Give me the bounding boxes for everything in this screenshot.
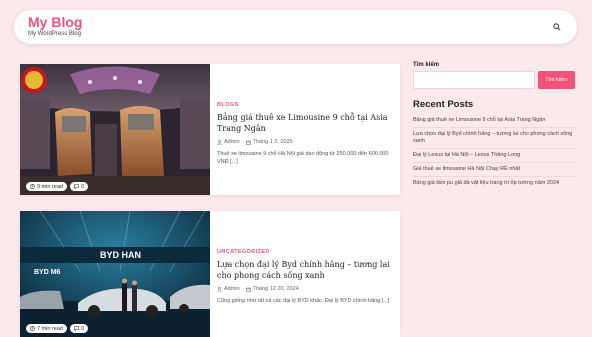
comment-icon <box>74 326 79 331</box>
post-excerpt: Cũng giống như tất cả các đại lý BYD khá… <box>217 298 390 304</box>
post-author[interactable]: Admin <box>217 139 240 145</box>
search-icon <box>553 23 561 31</box>
calendar-icon <box>245 287 251 292</box>
post-date[interactable]: Tháng 12 20, 2024 <box>245 286 299 292</box>
post-body: BLOGS Bảng giá thuê xe Limousine 9 chỗ t… <box>217 102 394 166</box>
recent-post-link[interactable]: Đại lý Lexus tại Hà Nội – Lexus Thăng Lo… <box>413 149 576 163</box>
comment-icon <box>74 184 79 189</box>
post-excerpt: Thuê xe limousine 9 chỗ Hà Nội giá dao đ… <box>217 151 389 165</box>
post-author-name: Admin <box>224 139 240 145</box>
site-tagline: My WordPress Blog <box>28 31 81 37</box>
comment-count-badge[interactable]: 0 <box>70 324 89 333</box>
post-title[interactable]: Bảng giá thuê xe Limousine 9 chỗ tại Asi… <box>217 112 394 134</box>
byd-m6-label: BYD M6 <box>34 269 61 276</box>
site-header: My Blog My WordPress Blog <box>14 10 577 44</box>
user-icon <box>217 139 222 145</box>
byd-han-label: BYD HAN <box>100 250 141 260</box>
post-card: BYD HAN BYD M6 7 min read 0 UNCATEGORIZE… <box>20 211 400 337</box>
sidebar: Tìm kiếm Tìm kiếm Recent Posts Bảng giá … <box>413 62 576 190</box>
user-icon <box>217 286 222 292</box>
clock-icon <box>30 326 35 331</box>
search-button[interactable]: Tìm kiếm <box>538 71 575 89</box>
read-time-badge: 9 min read <box>26 182 67 191</box>
post-category[interactable]: UNCATEGORIZED <box>217 249 394 255</box>
post-thumbnail-limousine[interactable]: 9 min read 0 <box>20 64 210 195</box>
post-date-text: Tháng 12 20, 2024 <box>252 286 299 292</box>
post-category[interactable]: BLOGS <box>217 102 394 108</box>
byd-showroom-image: BYD HAN BYD M6 <box>20 211 210 337</box>
recent-post-link[interactable]: Lựa chọn đại lý Byd chính hãng – tương l… <box>413 128 576 149</box>
read-time-badge: 7 min read <box>26 324 67 333</box>
recent-posts-list: Bảng giá thuê xe Limousine 9 chỗ tại Asi… <box>413 114 576 190</box>
search-label: Tìm kiếm <box>413 62 440 68</box>
recent-post-link[interactable]: Giá thuê xe limousine Hà Nội Chạy RẺ nhấ… <box>413 163 576 177</box>
site-title[interactable]: My Blog <box>28 14 82 30</box>
post-author-name: Admin <box>224 286 240 292</box>
post-title[interactable]: Lựa chọn đại lý Byd chính hãng – tương l… <box>217 259 394 281</box>
post-date-text: Tháng 1 2, 2025 <box>252 139 293 145</box>
search-form: Tìm kiếm <box>413 71 576 89</box>
post-meta: Admin Tháng 1 2, 2025 <box>217 139 394 145</box>
comment-count: 0 <box>81 183 85 190</box>
read-time-text: 9 min read <box>37 183 63 190</box>
post-author[interactable]: Admin <box>217 286 240 292</box>
post-thumbnail-byd[interactable]: BYD HAN BYD M6 7 min read 0 <box>20 211 210 337</box>
post-meta: Admin Tháng 12 20, 2024 <box>217 286 394 292</box>
search-toggle-button[interactable] <box>551 21 563 33</box>
post-date[interactable]: Tháng 1 2, 2025 <box>245 139 293 145</box>
clock-icon <box>30 184 35 189</box>
comment-count-badge[interactable]: 0 <box>70 182 89 191</box>
comment-count: 0 <box>81 325 85 332</box>
post-card: 9 min read 0 BLOGS Bảng giá thuê xe Limo… <box>20 64 400 195</box>
limousine-interior-image <box>20 64 210 195</box>
read-time-text: 7 min read <box>37 325 63 332</box>
calendar-icon <box>245 140 251 145</box>
post-body: UNCATEGORIZED Lựa chọn đại lý Byd chính … <box>217 249 394 305</box>
recent-post-link[interactable]: Bảng giá thuê xe Limousine 9 chỗ tại Asi… <box>413 114 576 128</box>
recent-post-link[interactable]: Bảng giá tấm pu giả đá vật liệu trang tr… <box>413 177 576 190</box>
recent-posts-heading: Recent Posts <box>413 99 474 110</box>
search-input[interactable] <box>413 71 535 89</box>
